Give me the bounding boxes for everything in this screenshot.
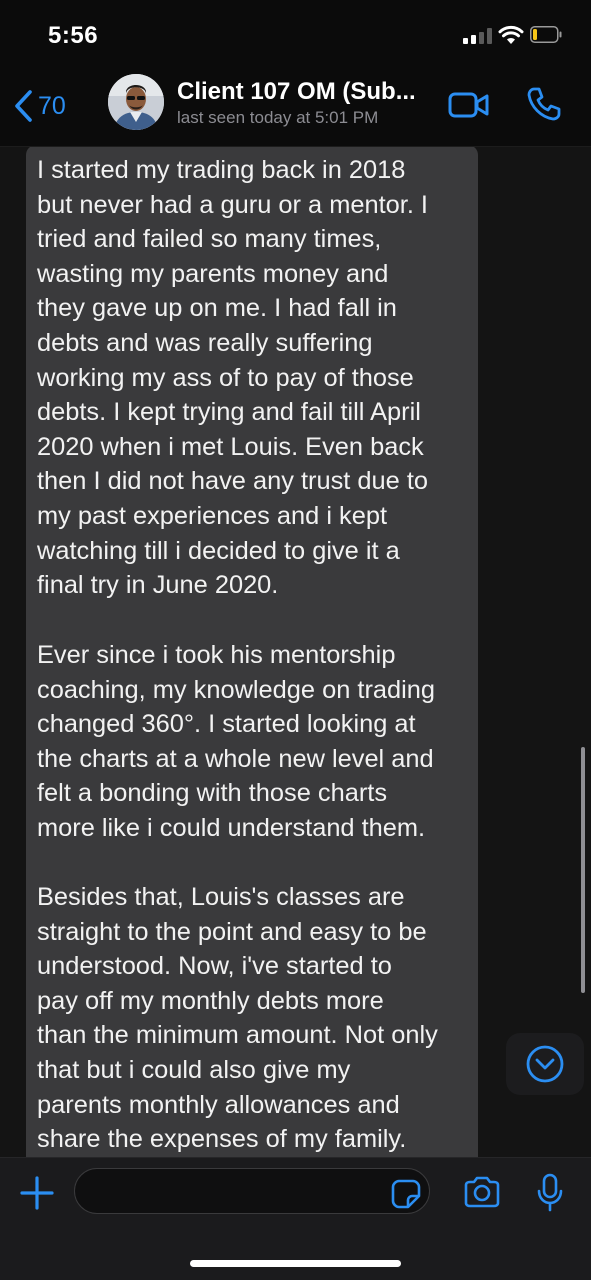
status-bar: 5:56: [0, 0, 591, 66]
back-button[interactable]: 70: [12, 86, 66, 126]
message-paragraph: I started my trading back in 2018 but ne…: [37, 156, 429, 600]
chevron-down-circle-icon: [526, 1045, 564, 1083]
wifi-icon: [498, 25, 524, 44]
contact-name[interactable]: Client 107 OM (Sub...: [177, 78, 416, 106]
chat-header: 70 Client 107 OM (Sub... last seen today…: [0, 66, 591, 147]
battery-icon: [530, 26, 562, 43]
sticker-icon: [391, 1179, 421, 1209]
message-paragraph: Ever since i took his mentorship coachin…: [37, 641, 436, 842]
unread-count: 70: [38, 91, 66, 120]
scroll-to-bottom-button[interactable]: [506, 1033, 584, 1095]
chat-screen: 5:56 70 Client 107 OM (Sub... last seen …: [0, 0, 591, 1280]
message-input-bar: [0, 1157, 591, 1280]
microphone-icon: [537, 1173, 563, 1212]
cellular-signal-icon: [463, 28, 493, 44]
contact-avatar[interactable]: [108, 74, 164, 130]
home-indicator: [190, 1260, 401, 1267]
video-camera-icon: [448, 92, 489, 118]
sticker-button[interactable]: [390, 1178, 422, 1210]
message-input[interactable]: [74, 1168, 430, 1214]
avatar-photo: [108, 74, 164, 130]
message-paragraph: Besides that, Louis's classes are straig…: [37, 883, 438, 1154]
video-call-button[interactable]: [448, 90, 490, 120]
plus-icon: [20, 1176, 54, 1210]
last-seen-status: last seen today at 5:01 PM: [177, 108, 379, 127]
voice-message-button[interactable]: [536, 1173, 564, 1213]
voice-call-button[interactable]: [526, 86, 562, 122]
scrollbar[interactable]: [581, 747, 585, 993]
camera-button[interactable]: [463, 1176, 501, 1208]
attach-button[interactable]: [18, 1174, 56, 1212]
phone-icon: [527, 87, 561, 121]
camera-icon: [464, 1176, 500, 1208]
chat-messages-area[interactable]: I started my trading back in 2018 but ne…: [0, 147, 591, 1157]
chevron-left-icon: [15, 90, 32, 122]
status-time: 5:56: [48, 22, 99, 49]
